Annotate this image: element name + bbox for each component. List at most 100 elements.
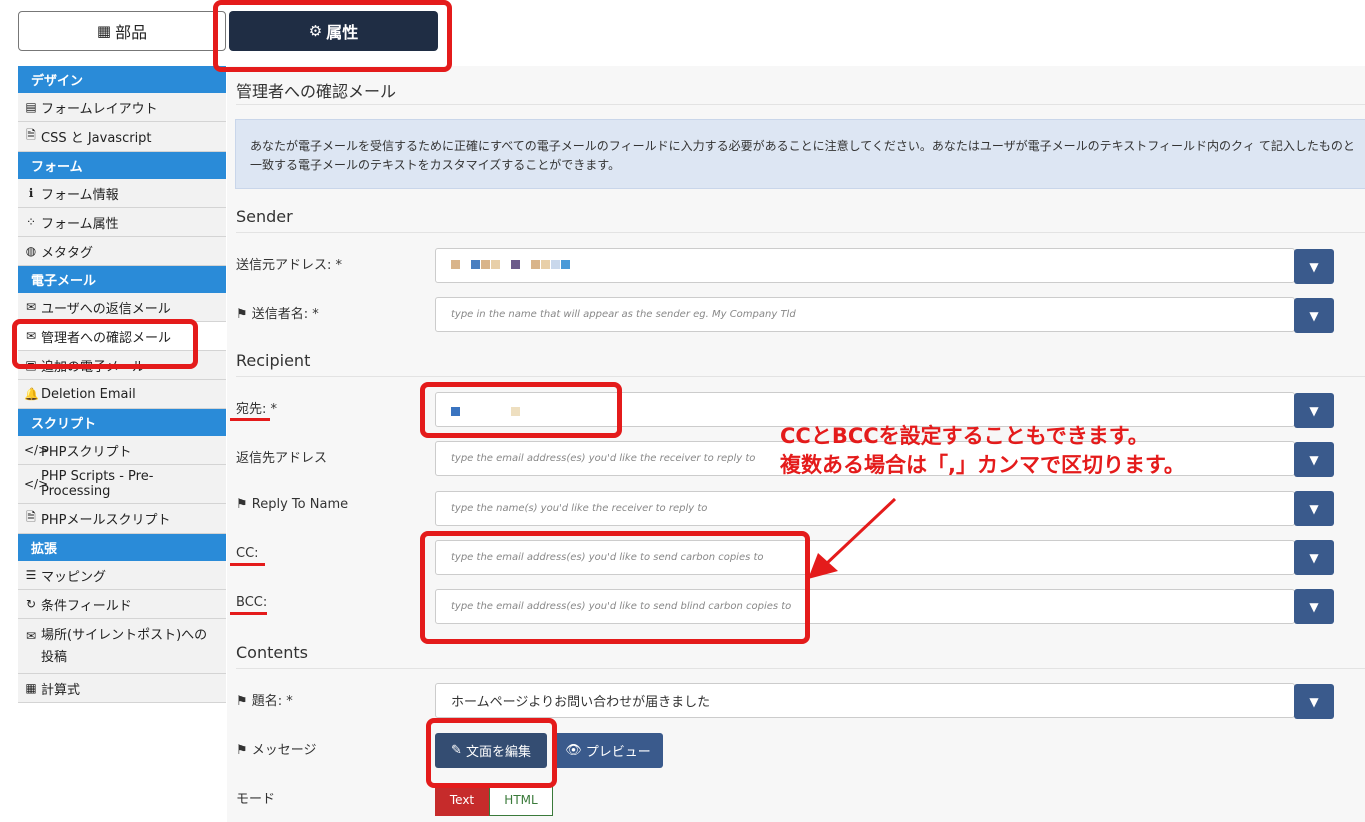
sidebar-item-label: フォームレイアウト [41, 101, 158, 117]
highlight-cc-bcc [420, 531, 810, 644]
reply-to-name-dropdown[interactable]: ▼ [1294, 491, 1334, 526]
section-recipient: Recipient [236, 351, 311, 370]
sidebar: デザイン ▤ フォームレイアウト 🗎 CSS と Javascript フォーム… [18, 66, 226, 703]
subject-field[interactable]: ホームページよりお問い合わせが届きました [435, 683, 1295, 718]
sidebar-item-php-preprocessing[interactable]: </> PHP Scripts - Pre-Processing [18, 465, 226, 504]
info-icon: ℹ [28, 186, 34, 200]
sidebar-item-label: Deletion Email [41, 386, 136, 402]
caret-down-icon: ▼ [1309, 308, 1319, 323]
caret-down-icon: ▼ [1309, 259, 1319, 274]
bell-icon: 🔔 [24, 387, 39, 401]
to-dropdown[interactable]: ▼ [1294, 393, 1334, 428]
code-icon: </> [24, 477, 49, 491]
sidebar-heading-form: フォーム [18, 152, 226, 179]
annotation-line-1: CCとBCCを設定することもできます。 [780, 424, 1149, 448]
reply-to-name-label-text: Reply To Name [251, 497, 349, 512]
layout-icon: ▤ [25, 100, 37, 114]
flag-icon: ⚑ [236, 743, 248, 758]
caret-down-icon: ▼ [1309, 501, 1319, 516]
sidebar-item-label: PHP Scripts - Pre-Processing [41, 469, 154, 499]
bcc-dropdown[interactable]: ▼ [1294, 589, 1334, 624]
sidebar-item-conditional-fields[interactable]: ↻ 条件フィールド [18, 590, 226, 619]
info-alert: あなたが電子メールを受信するために正確にすべての電子メールのフィールドに入力する… [235, 119, 1365, 189]
sidebar-heading-extensions: 拡張 [18, 534, 226, 561]
sender-name-field[interactable]: type in the name that will appear as the… [435, 297, 1295, 332]
sidebar-item-label: PHPメールスクリプト [41, 513, 171, 528]
sidebar-heading-scripts: スクリプト [18, 409, 226, 436]
divider [236, 104, 1365, 105]
tab-parts-label: 部品 [115, 23, 148, 42]
message-label-text: メッセージ [251, 743, 317, 758]
from-address-label: 送信元アドレス: * [236, 258, 343, 273]
sidebar-item-label: フォーム情報 [41, 187, 119, 203]
sidebar-item-mapping[interactable]: ☰ マッピング [18, 561, 226, 590]
sidebar-item-php-script[interactable]: </> PHPスクリプト [18, 436, 226, 465]
mode-label: モード [236, 792, 276, 807]
sidebar-item-label: ユーザへの返信メール [41, 301, 171, 317]
highlight-attributes-tab [213, 0, 452, 72]
calculator-icon: ▦ [25, 681, 37, 695]
from-address-dropdown[interactable]: ▼ [1294, 249, 1334, 284]
annotation-note: CCとBCCを設定することもできます。 複数ある場合は「,」カンマで区切ります。 [780, 422, 1185, 480]
sidebar-item-silent-post[interactable]: ✉ 場所(サイレントポスト)への投稿 [18, 619, 226, 674]
sidebar-item-label: CSS と Javascript [41, 131, 152, 146]
redacted-value [451, 258, 571, 273]
code-icon: </> [24, 443, 49, 457]
sidebar-item-meta-tags[interactable]: ◍ メタタグ [18, 237, 226, 266]
bcc-label: BCC: [236, 595, 268, 610]
sender-name-label-text: 送信者名: * [251, 307, 319, 322]
from-address-field[interactable] [435, 248, 1295, 283]
reply-to-name-label: ⚑ Reply To Name [236, 497, 348, 512]
tab-parts[interactable]: ▦ 部品 [18, 11, 226, 51]
reply-to-label: 返信先アドレス [236, 451, 328, 466]
globe-icon: ◍ [25, 244, 37, 258]
preview-button[interactable]: 👁 プレビュー [553, 733, 663, 768]
flag-icon: ⚑ [236, 694, 248, 709]
reply-to-dropdown[interactable]: ▼ [1294, 442, 1334, 477]
sidebar-item-css-js[interactable]: 🗎 CSS と Javascript [18, 122, 226, 152]
sidebar-item-label: 条件フィールド [41, 598, 132, 614]
envelope-outline-icon: ✉ [25, 300, 37, 314]
eye-icon: 👁 [565, 743, 582, 758]
sidebar-item-deletion-email[interactable]: 🔔 Deletion Email [18, 380, 226, 409]
flag-icon: ⚑ [236, 497, 248, 512]
underline-bcc [230, 612, 267, 615]
divider [236, 376, 1365, 377]
section-contents: Contents [236, 643, 308, 662]
underline-cc [230, 563, 265, 566]
page-title: 管理者への確認メール [236, 82, 397, 101]
sidebar-item-user-reply-mail[interactable]: ✉ ユーザへの返信メール [18, 293, 226, 322]
refresh-icon: ↻ [25, 597, 37, 611]
caret-down-icon: ▼ [1309, 403, 1319, 418]
sidebar-item-php-mail-script[interactable]: 🗎 PHPメールスクリプト [18, 504, 226, 534]
divider [236, 668, 1365, 669]
annotation-arrow-icon [808, 497, 897, 579]
sidebar-item-label: 計算式 [41, 682, 81, 698]
sidebar-item-label: 場所(サイレントポスト)への投稿 [41, 628, 208, 665]
subject-label-text: 題名: * [251, 694, 293, 709]
preview-button-label: プレビュー [585, 745, 651, 760]
subject-dropdown[interactable]: ▼ [1294, 684, 1334, 719]
database-icon: ☰ [25, 568, 37, 582]
sidebar-heading-email: 電子メール [18, 266, 226, 293]
annotation-line-2: 複数ある場合は「,」カンマで区切ります。 [780, 453, 1185, 477]
sidebar-item-calculation[interactable]: ▦ 計算式 [18, 674, 226, 703]
divider [236, 232, 1365, 233]
sidebar-item-form-info[interactable]: ℹ フォーム情報 [18, 179, 226, 208]
subject-label: ⚑ 題名: * [236, 690, 293, 709]
code-file-icon: 🗎 [26, 128, 36, 142]
highlight-to-field [420, 382, 622, 438]
sidebar-item-form-attributes[interactable]: ⁘ フォーム属性 [18, 208, 226, 237]
cc-dropdown[interactable]: ▼ [1294, 540, 1334, 575]
section-sender: Sender [236, 207, 293, 226]
sender-name-dropdown[interactable]: ▼ [1294, 298, 1334, 333]
sidebar-item-label: マッピング [41, 569, 107, 585]
dots-icon: ⁘ [25, 215, 37, 229]
flag-icon: ⚑ [236, 307, 248, 322]
sidebar-heading-design: デザイン [18, 66, 226, 93]
highlight-admin-mail [12, 319, 198, 369]
message-label: ⚑ メッセージ [236, 739, 317, 758]
cc-label: CC: [236, 546, 259, 561]
sender-name-label: ⚑ 送信者名: * [236, 303, 319, 322]
sidebar-item-form-layout[interactable]: ▤ フォームレイアウト [18, 93, 226, 122]
